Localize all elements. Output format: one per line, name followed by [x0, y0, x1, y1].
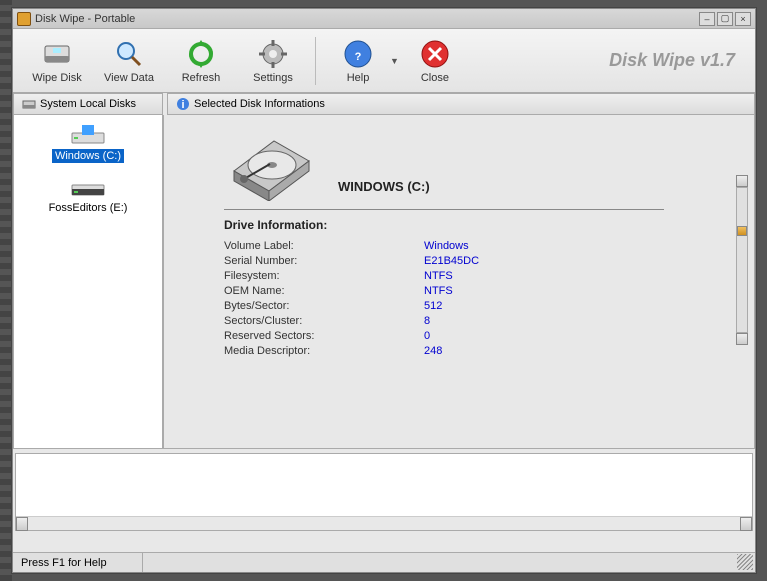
info-row: Sectors/Cluster:8 — [224, 315, 714, 327]
sidebar-disk-list: Windows (C:) FossEditors (E:) — [13, 115, 163, 449]
info-icon: i — [176, 97, 190, 111]
minimize-button[interactable]: – — [699, 12, 715, 26]
tab-disk-info[interactable]: i Selected Disk Informations — [167, 93, 755, 115]
app-icon — [17, 12, 31, 26]
info-label: Bytes/Sector: — [224, 300, 424, 312]
info-label: Filesystem: — [224, 270, 424, 282]
info-value: NTFS — [424, 270, 453, 282]
info-row: Reserved Sectors:0 — [224, 330, 714, 342]
close-window-button[interactable]: × — [735, 12, 751, 26]
info-row: Media Descriptor:248 — [224, 345, 714, 357]
close-button[interactable]: Close — [399, 32, 471, 90]
info-label: Sectors/Cluster: — [224, 315, 424, 327]
scroll-track[interactable] — [736, 187, 748, 333]
magnifier-icon — [113, 38, 145, 70]
toolbar: Wipe Disk View Data Refresh Settings ? H — [13, 29, 755, 93]
info-value: NTFS — [424, 285, 453, 297]
info-row: Serial Number:E21B45DC — [224, 255, 714, 267]
info-value: 512 — [424, 300, 442, 312]
refresh-icon — [185, 38, 217, 70]
info-row: Bytes/Sector:512 — [224, 300, 714, 312]
toolbar-separator — [315, 37, 316, 85]
info-label: OEM Name: — [224, 285, 424, 297]
help-dropdown-arrow[interactable]: ▼ — [390, 56, 399, 66]
close-icon — [419, 38, 451, 70]
tab-local-disks[interactable]: System Local Disks — [13, 93, 163, 115]
info-label: Media Descriptor: — [224, 345, 424, 357]
disk-icon — [41, 38, 73, 70]
disk-info-panel: WINDOWS (C:) Drive Information: Volume L… — [163, 115, 755, 449]
gear-icon — [257, 38, 289, 70]
info-row: OEM Name:NTFS — [224, 285, 714, 297]
info-label: Volume Label: — [224, 240, 424, 252]
scroll-up-button[interactable] — [736, 175, 748, 187]
disk-item-e[interactable]: FossEditors (E:) — [18, 175, 158, 215]
log-panel — [15, 453, 753, 531]
scroll-thumb[interactable] — [737, 226, 747, 236]
section-title: Drive Information: — [224, 218, 714, 232]
selected-disk-title: WINDOWS (C:) — [338, 179, 430, 194]
drive-icon — [70, 175, 106, 199]
scroll-down-button[interactable] — [736, 333, 748, 345]
wipe-disk-button[interactable]: Wipe Disk — [21, 32, 93, 90]
help-icon: ? — [342, 38, 374, 70]
vertical-scrollbar[interactable] — [736, 175, 748, 345]
info-value: E21B45DC — [424, 255, 479, 267]
info-row: Filesystem:NTFS — [224, 270, 714, 282]
view-data-button[interactable]: View Data — [93, 32, 165, 90]
titlebar[interactable]: Disk Wipe - Portable – ▢ × — [13, 9, 755, 29]
info-value: Windows — [424, 240, 469, 252]
info-label: Serial Number: — [224, 255, 424, 267]
maximize-button[interactable]: ▢ — [717, 12, 733, 26]
horizontal-scrollbar[interactable] — [16, 516, 752, 530]
svg-text:?: ? — [355, 51, 362, 63]
app-title: Disk Wipe v1.7 — [609, 50, 735, 71]
info-value: 248 — [424, 345, 442, 357]
info-label: Reserved Sectors: — [224, 330, 424, 342]
drive-icon — [70, 123, 106, 147]
disk-label: Windows (C:) — [52, 149, 124, 163]
refresh-button[interactable]: Refresh — [165, 32, 237, 90]
help-button[interactable]: ? Help — [322, 32, 394, 90]
status-help-text: Press F1 for Help — [13, 553, 143, 572]
hard-disk-icon — [224, 131, 314, 201]
app-window: Disk Wipe - Portable – ▢ × Wipe Disk Vie… — [12, 8, 756, 573]
svg-text:i: i — [181, 99, 184, 111]
disk-item-c[interactable]: Windows (C:) — [18, 123, 158, 163]
disk-label: FossEditors (E:) — [46, 201, 131, 215]
scroll-right-button[interactable] — [740, 517, 752, 531]
scroll-left-button[interactable] — [16, 517, 28, 531]
settings-button[interactable]: Settings — [237, 32, 309, 90]
info-value: 8 — [424, 315, 430, 327]
resize-grip[interactable] — [737, 554, 753, 570]
info-row: Volume Label:Windows — [224, 240, 714, 252]
panel-headers: System Local Disks i Selected Disk Infor… — [13, 93, 755, 115]
disks-icon — [22, 97, 36, 111]
window-title: Disk Wipe - Portable — [35, 13, 699, 25]
info-value: 0 — [424, 330, 430, 342]
statusbar: Press F1 for Help — [13, 552, 755, 572]
